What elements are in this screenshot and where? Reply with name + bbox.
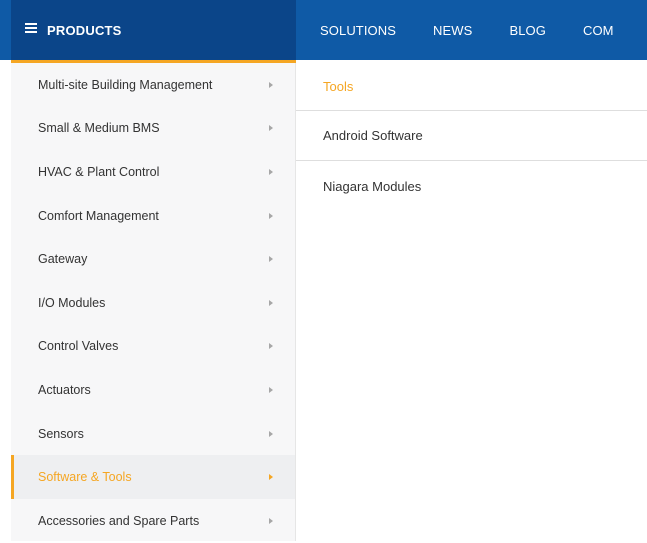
chevron-right-icon — [269, 168, 273, 175]
chevron-right-icon — [269, 386, 273, 393]
menu-item-label: Accessories and Spare Parts — [38, 513, 200, 528]
submenu-item-label: Android Software — [323, 128, 423, 143]
nav-links: SOLUTIONS NEWS BLOG COM — [320, 0, 647, 60]
menu-item-sensors[interactable]: Sensors — [11, 412, 295, 456]
submenu-item-label: Niagara Modules — [323, 178, 422, 194]
menu-item-label: HVAC & Plant Control — [38, 164, 160, 179]
menu-item-label: Sensors — [38, 426, 84, 441]
menu-item-comfort-management[interactable]: Comfort Management — [11, 194, 295, 238]
chevron-right-icon — [269, 212, 273, 219]
menu-item-gateway[interactable]: Gateway — [11, 237, 295, 281]
top-nav-bar: PRODUCTS SOLUTIONS NEWS BLOG COM — [0, 0, 647, 60]
chevron-right-icon — [269, 343, 273, 350]
menu-item-label: Multi-site Building Management — [38, 77, 213, 92]
menu-item-software-tools[interactable]: Software & Tools — [11, 455, 295, 499]
products-category-menu: Multi-site Building Management Small & M… — [11, 63, 296, 541]
chevron-right-icon — [269, 125, 273, 132]
products-menu-button[interactable]: PRODUCTS — [11, 0, 296, 60]
nav-link-news[interactable]: NEWS — [433, 23, 472, 38]
menu-item-small-medium-bms[interactable]: Small & Medium BMS — [11, 107, 295, 151]
submenu-item-tools[interactable]: Tools — [296, 63, 647, 111]
menu-item-io-modules[interactable]: I/O Modules — [11, 281, 295, 325]
chevron-right-icon — [269, 256, 273, 263]
nav-link-blog[interactable]: BLOG — [509, 23, 546, 38]
menu-item-label: Gateway — [38, 252, 88, 267]
menu-item-control-valves[interactable]: Control Valves — [11, 325, 295, 369]
submenu-item-label: Tools — [323, 79, 354, 94]
products-submenu: Tools Android Software Niagara Modules — [296, 63, 647, 541]
menu-item-label: Software & Tools — [38, 470, 132, 485]
submenu-item-android-software[interactable]: Android Software — [296, 111, 647, 161]
menu-item-label: Small & Medium BMS — [38, 121, 160, 136]
hamburger-menu-icon — [25, 23, 37, 33]
nav-link-solutions[interactable]: SOLUTIONS — [320, 23, 396, 38]
menu-item-label: Comfort Management — [38, 208, 159, 223]
menu-item-multi-site-building-management[interactable]: Multi-site Building Management — [11, 63, 295, 107]
chevron-right-icon — [269, 299, 273, 306]
menu-item-actuators[interactable]: Actuators — [11, 368, 295, 412]
menu-item-label: I/O Modules — [38, 295, 106, 310]
chevron-right-icon — [269, 517, 273, 524]
menu-item-label: Actuators — [38, 382, 91, 397]
chevron-right-icon — [269, 430, 273, 437]
submenu-item-niagara-modules[interactable]: Niagara Modules — [296, 161, 647, 211]
menu-item-accessories-spare-parts[interactable]: Accessories and Spare Parts — [11, 499, 295, 543]
products-label: PRODUCTS — [47, 22, 122, 38]
menu-item-hvac-plant-control[interactable]: HVAC & Plant Control — [11, 150, 295, 194]
menu-item-label: Control Valves — [38, 339, 119, 354]
nav-link-company[interactable]: COM — [583, 23, 614, 38]
chevron-right-icon — [269, 474, 273, 481]
chevron-right-icon — [269, 81, 273, 88]
